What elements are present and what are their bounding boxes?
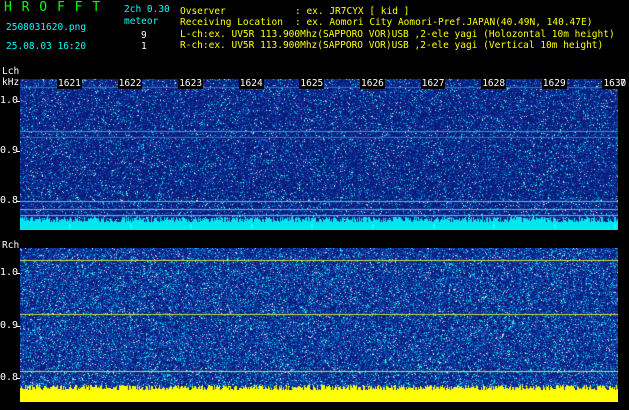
location-label: Receiving Location [180,17,283,28]
detector-label: meteor [124,16,159,27]
freq-tick [190,224,193,229]
freq-tick [493,224,496,229]
freq-tick [553,224,556,229]
lch-waterfall-canvas [20,79,618,230]
observer-value: : ex. JR7CYX [ kid ] [295,6,410,17]
freq-edge-label: 7 [620,78,626,89]
lch-description: L-ch:ex. UV5R 113.900Mhz(SAPPORO VOR)USB… [180,29,615,40]
freq-tick [250,224,253,229]
freq-label: 1629 [541,78,567,89]
freq-label: 1627 [420,78,446,89]
lch-count: 9 [141,30,147,41]
filename-label: 2508031620.png [6,22,87,33]
lch-spectrogram [20,79,618,230]
app-title: H R O F F T [4,0,102,15]
mode-label: 2ch 0.30 [124,4,170,15]
freq-label: 1626 [360,78,385,89]
datetime-label: 25.08.03 16:20 [6,41,87,52]
freq-tick [69,224,71,229]
rch-waterfall-canvas [20,248,618,402]
freq-tick [614,224,617,229]
freq-label: 1628 [481,78,507,89]
freq-label: 1621 [57,78,82,89]
lch-label: Lch [2,66,20,77]
freq-label: 1623 [178,78,204,89]
freq-label: 1622 [117,78,143,89]
location-value: : ex. Aomori City Aomori-Pref.JAPAN(40.4… [295,17,593,28]
freq-label: 1624 [238,78,264,89]
freq-tick [432,224,435,229]
freq-tick [311,224,314,229]
freq-tick [372,224,374,229]
rch-spectrogram [20,248,618,402]
rch-description: R-ch:ex. UV5R 113.900Mhz(SAPPORO VOR)USB… [180,40,604,51]
freq-label: 1625 [299,78,325,89]
rch-label: Rch [2,240,20,251]
rch-count: 1 [141,41,147,52]
lch-unit: kHz [2,77,20,88]
observer-label: Ovserver [180,6,226,17]
freq-tick [129,224,132,229]
